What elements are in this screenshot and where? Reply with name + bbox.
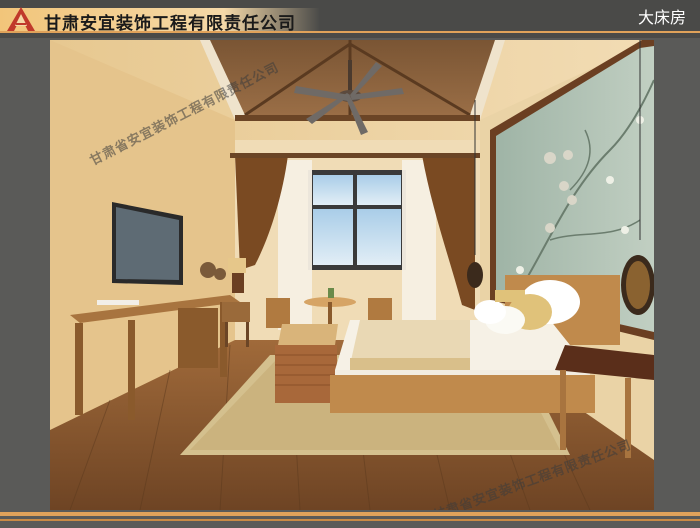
wall-tv: [112, 202, 183, 285]
window: [308, 170, 406, 270]
header-bar: 甘肃安宜装饰工程有限责任公司 大床房: [0, 0, 700, 38]
bedroom-scene: [50, 40, 654, 510]
footer-divider-thin: [0, 519, 700, 521]
footer-divider: [0, 512, 700, 516]
bedroom-rendering: 甘肃省安宜装饰工程有限责任公司 甘肃省安宜装饰工程有限责任公司: [50, 40, 654, 510]
header-divider: [0, 31, 700, 33]
room-name-label: 大床房: [637, 8, 686, 27]
company-logo-icon: [7, 7, 35, 31]
bed-bench: [275, 324, 338, 403]
